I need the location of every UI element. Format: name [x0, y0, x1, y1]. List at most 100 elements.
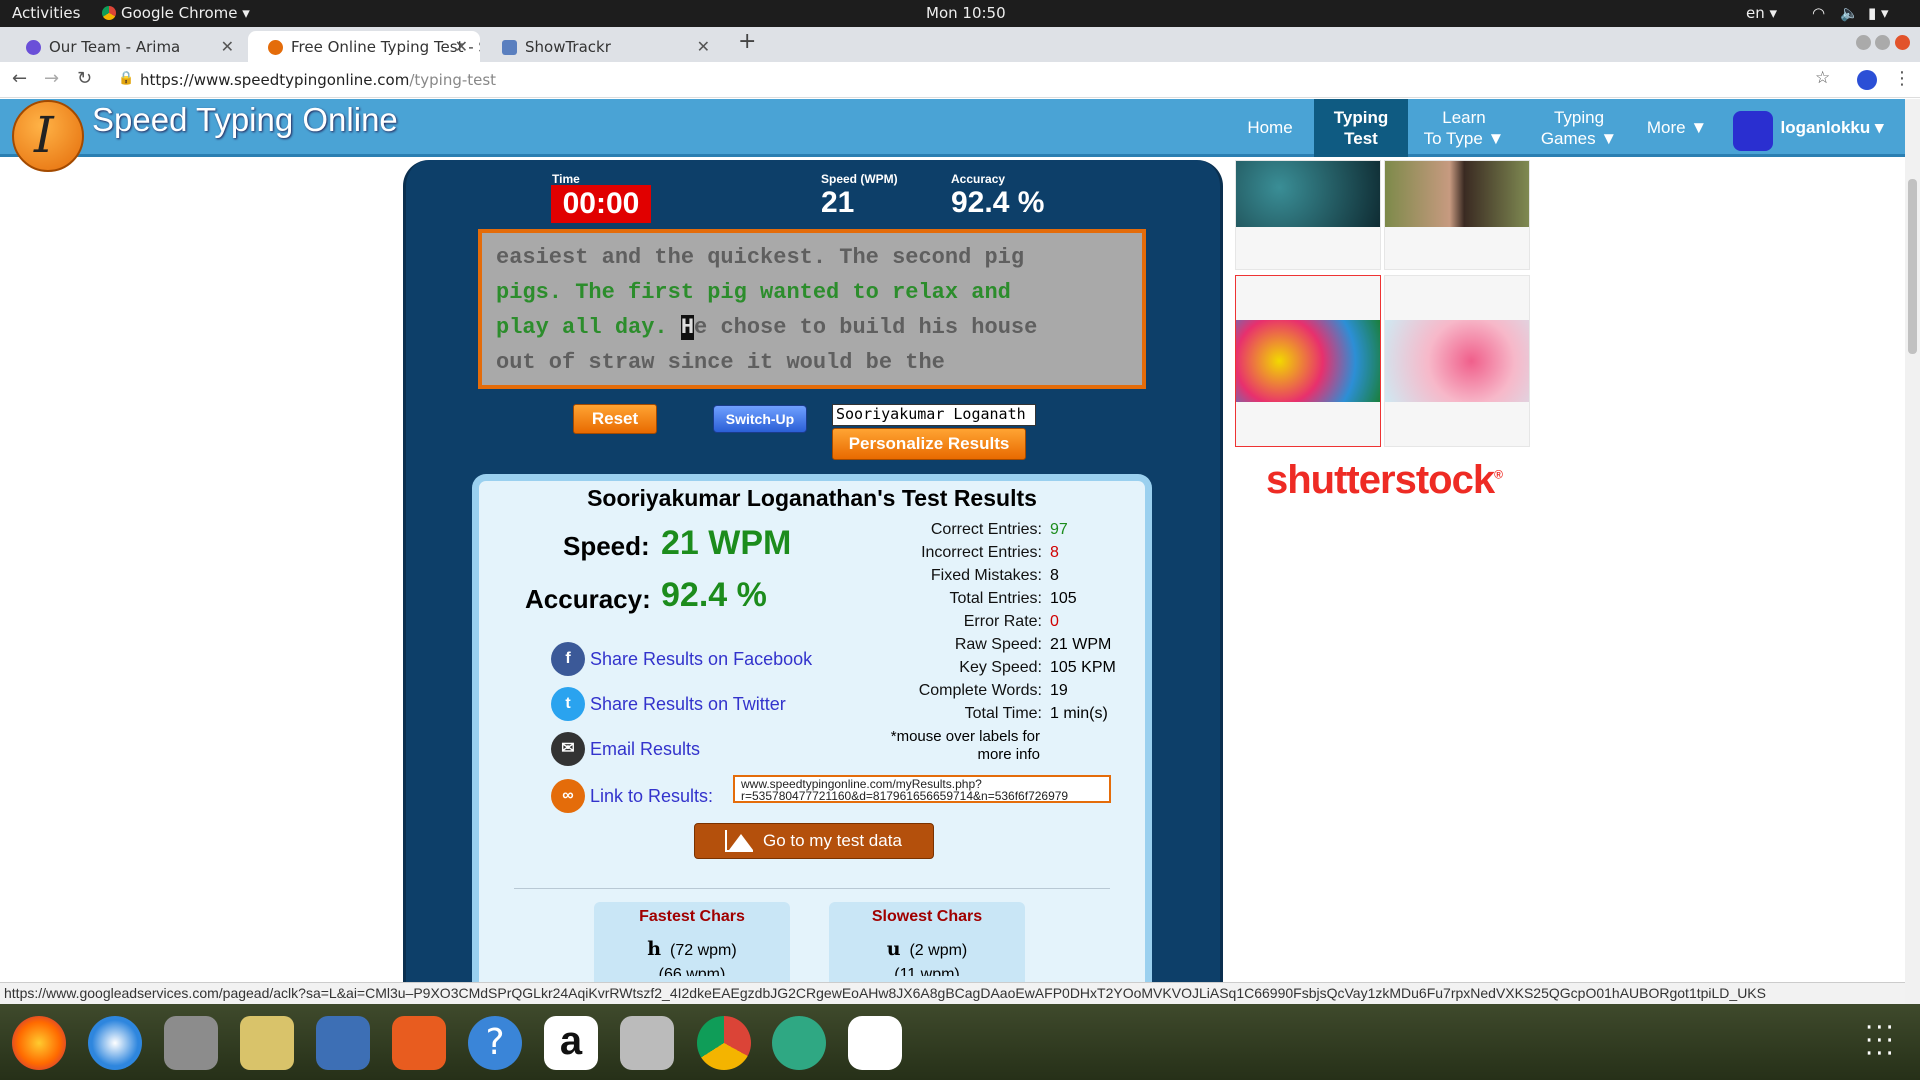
close-tab-icon[interactable]: ✕: [455, 37, 468, 56]
stat-label[interactable]: Total Time:: [882, 705, 1042, 723]
firefox-icon[interactable]: [12, 1016, 66, 1070]
close-tab-icon[interactable]: ✕: [221, 37, 234, 56]
ad-image-blossom[interactable]: [1384, 275, 1530, 447]
scrollbar-thumb[interactable]: [1908, 179, 1917, 354]
ad-image-woman[interactable]: [1384, 160, 1530, 270]
stat-label[interactable]: Incorrect Entries:: [882, 544, 1042, 562]
email-icon[interactable]: ✉: [551, 732, 585, 766]
maximize-button[interactable]: [1875, 35, 1890, 50]
fastest-char-row-next: (66 wpm): [658, 966, 726, 976]
system-top-bar: Activities Google Chrome ▾ Mon 10:50 en …: [0, 0, 1920, 27]
help-icon[interactable]: ?: [468, 1016, 522, 1070]
accuracy-label: Accuracy: [951, 172, 1006, 186]
email-results-link[interactable]: Email Results: [590, 739, 700, 760]
forward-icon[interactable]: →: [44, 68, 59, 89]
files-icon[interactable]: [164, 1016, 218, 1070]
app-menu[interactable]: Google Chrome ▾: [121, 4, 250, 22]
stat-value: 8: [1050, 544, 1059, 561]
reset-button[interactable]: Reset: [573, 404, 657, 434]
activities-button[interactable]: Activities: [12, 4, 80, 22]
bookmark-star-icon[interactable]: ☆: [1815, 68, 1830, 88]
stat-value: 97: [1050, 521, 1068, 538]
speed-label: Speed (WPM): [821, 172, 898, 186]
name-input[interactable]: Sooriyakumar Loganath: [832, 404, 1036, 426]
mouse-over-note: *mouse over labels for more info: [890, 728, 1040, 763]
back-icon[interactable]: ←: [12, 68, 27, 89]
close-tab-icon[interactable]: ✕: [697, 37, 710, 56]
site-logo[interactable]: I: [12, 100, 84, 172]
reload-icon[interactable]: ↻: [77, 68, 92, 89]
stat-label[interactable]: Error Rate:: [882, 613, 1042, 631]
extension-icon[interactable]: [1857, 70, 1877, 90]
site-name[interactable]: Speed Typing Online: [92, 101, 398, 139]
volume-icon[interactable]: 🔈: [1840, 4, 1859, 22]
lock-icon[interactable]: 🔒: [118, 71, 134, 86]
slowest-char-row-next: (11 wpm): [894, 966, 960, 976]
ad-image-color-powder[interactable]: [1235, 275, 1381, 447]
speed-result-label[interactable]: Speed:: [563, 531, 650, 562]
typing-text-area[interactable]: easiest and the quickest. The second pig…: [478, 229, 1146, 389]
accuracy-result-value: 92.4 %: [661, 576, 767, 614]
stat-value: 21 WPM: [1050, 636, 1112, 653]
tab-typing-test[interactable]: Free Online Typing Test - S ✕: [248, 31, 480, 62]
speedtyping-icon: [268, 40, 283, 55]
url-field[interactable]: https://www.speedtypingonline.com/typing…: [140, 71, 496, 89]
tab-our-team[interactable]: Our Team - Arima ✕: [6, 31, 246, 62]
results-link-field[interactable]: www.speedtypingonline.com/myResults.php?…: [733, 775, 1111, 803]
ad-image-tech[interactable]: [1235, 160, 1381, 270]
browser-tab-bar: Our Team - Arima ✕ Free Online Typing Te…: [0, 27, 1920, 62]
stat-value: 105 KPM: [1050, 659, 1116, 676]
nav-more[interactable]: More ▼: [1646, 99, 1708, 157]
go-to-test-data-button[interactable]: Go to my test data: [694, 823, 934, 859]
page-scrollbar[interactable]: [1905, 99, 1920, 1004]
personalize-results-button[interactable]: Personalize Results: [832, 428, 1026, 460]
stat-label[interactable]: Correct Entries:: [882, 521, 1042, 539]
chrome-dock-icon[interactable]: [697, 1016, 751, 1070]
amazon-icon[interactable]: a: [544, 1016, 598, 1070]
stat-label[interactable]: Complete Words:: [882, 682, 1042, 700]
arima-icon: [26, 40, 41, 55]
stat-label[interactable]: Total Entries:: [882, 590, 1042, 608]
user-avatar[interactable]: [1733, 111, 1773, 151]
app-grid-icon[interactable]: ⋅⋅⋅ ⋅⋅⋅ ⋅⋅⋅: [1865, 1015, 1905, 1067]
slack-icon[interactable]: [848, 1016, 902, 1070]
nav-learn-to-type[interactable]: Learn To Type ▼: [1422, 99, 1506, 157]
close-window-button[interactable]: [1895, 35, 1910, 50]
accuracy-result-label[interactable]: Accuracy:: [525, 584, 651, 615]
nav-typing-games[interactable]: Typing Games ▼: [1536, 99, 1622, 157]
nav-home[interactable]: Home: [1238, 99, 1302, 157]
nav-user[interactable]: loganlokku ▾: [1780, 99, 1884, 157]
writer-icon[interactable]: [316, 1016, 370, 1070]
link-icon[interactable]: ∞: [551, 779, 585, 813]
text-line: easiest and the quickest. The second pig: [496, 245, 1025, 270]
chrome-icon: [102, 6, 116, 20]
clock[interactable]: Mon 10:50: [926, 4, 1006, 22]
share-twitter-link[interactable]: Share Results on Twitter: [590, 694, 786, 715]
stat-label[interactable]: Fixed Mistakes:: [882, 567, 1042, 585]
switch-up-button[interactable]: Switch-Up: [713, 405, 807, 433]
speed-value: 21: [821, 186, 855, 219]
wifi-icon[interactable]: ◠: [1812, 4, 1825, 22]
rhythmbox-icon[interactable]: [240, 1016, 294, 1070]
fastest-chars-title: Fastest Chars: [639, 908, 745, 925]
share-facebook-link[interactable]: Share Results on Facebook: [590, 649, 812, 670]
language-indicator[interactable]: en ▾: [1746, 4, 1777, 22]
text-typed: play all day.: [496, 315, 681, 340]
facebook-icon[interactable]: f: [551, 642, 585, 676]
atom-icon[interactable]: [772, 1016, 826, 1070]
tab-showtrackr[interactable]: ShowTrackr ✕: [482, 31, 722, 62]
text-remaining: e chose to build his house: [694, 315, 1038, 340]
stat-label[interactable]: Key Speed:: [882, 659, 1042, 677]
twitter-icon[interactable]: t: [551, 687, 585, 721]
battery-icon[interactable]: ▮ ▾: [1868, 4, 1889, 22]
stat-label[interactable]: Raw Speed:: [882, 636, 1042, 654]
camera-icon[interactable]: [620, 1016, 674, 1070]
link-to-results-label[interactable]: Link to Results:: [590, 786, 713, 807]
shutterstock-logo[interactable]: shutterstock®: [1266, 458, 1503, 503]
software-center-icon[interactable]: [392, 1016, 446, 1070]
thunderbird-icon[interactable]: [88, 1016, 142, 1070]
new-tab-button[interactable]: +: [738, 29, 756, 54]
minimize-button[interactable]: [1856, 35, 1871, 50]
nav-typing-test[interactable]: Typing Test: [1314, 99, 1408, 157]
chrome-menu-icon[interactable]: ⋮: [1893, 68, 1911, 89]
